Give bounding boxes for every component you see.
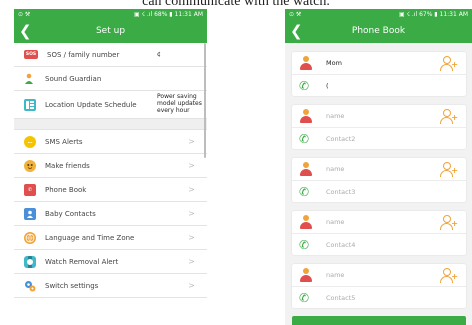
menu-item-label: Location Update Schedule xyxy=(45,100,137,109)
page-title: Phone Book xyxy=(351,26,406,36)
menu-item-value: ¢ xyxy=(157,51,161,58)
menu-item-location-update-schedule[interactable]: Location Update Schedule Power saving mo… xyxy=(14,91,207,119)
language-icon xyxy=(24,231,36,244)
menu-item-label: Phone Book xyxy=(45,185,87,194)
chevron-right-icon: > xyxy=(188,257,195,266)
phone-book-icon: ✆ xyxy=(24,183,36,196)
location-schedule-icon xyxy=(24,98,36,111)
menu-item-make-friends[interactable]: Make friends > xyxy=(14,154,207,178)
contact-number-field[interactable]: ( xyxy=(326,82,329,90)
phone-book-screen: ⊙ ⚒ ▣ ☇ .ıl 67% ▮ 11:31 AM ❮ Phone Book … xyxy=(285,9,472,325)
menu-item-value: Power saving model updates every hour xyxy=(157,93,202,114)
contact-name-field[interactable]: name xyxy=(326,218,344,226)
contact-name-row[interactable]: Mom + xyxy=(292,52,466,74)
contact-name-field[interactable]: name xyxy=(326,271,344,279)
menu-item-sms-alerts[interactable]: … SMS Alerts > xyxy=(14,130,207,154)
phone-icon: ✆ xyxy=(299,290,310,305)
menu-item-label: Baby Contacts xyxy=(45,209,96,218)
menu-item-label: Make friends xyxy=(45,161,90,170)
status-left-icons: ⊙ ⚒ xyxy=(289,11,302,18)
contact-name-field[interactable]: Mom xyxy=(326,59,342,67)
contact-name-row[interactable]: name + xyxy=(292,158,466,180)
add-contact-icon[interactable]: + xyxy=(440,214,458,230)
section-divider xyxy=(14,119,207,130)
contact-name-row[interactable]: name + xyxy=(292,264,466,286)
menu-item-label: Sound Guardian xyxy=(45,74,102,83)
status-left-icons: ⊙ ⚒ xyxy=(18,11,31,18)
status-bar: ⊙ ⚒ ▣ ☇ .ıl 68% ▮ 11:31 AM xyxy=(14,9,207,20)
contact-number-row[interactable]: ✆ ( xyxy=(292,74,466,96)
person-icon xyxy=(299,215,313,229)
add-contact-icon[interactable]: + xyxy=(440,161,458,177)
scrollbar[interactable] xyxy=(204,43,206,158)
chevron-right-icon: > xyxy=(188,161,195,170)
contact-number-row[interactable]: ✆ Contact2 xyxy=(292,127,466,149)
contact-number-field[interactable]: Contact4 xyxy=(326,241,355,249)
chevron-right-icon: > xyxy=(188,137,195,146)
title-bar: ❮ Phone Book xyxy=(285,20,472,43)
menu-item-sos-family-number[interactable]: SOS SOS / family number ¢ xyxy=(14,43,207,67)
friends-icon xyxy=(24,159,36,172)
menu-item-switch-settings[interactable]: Switch settings > xyxy=(14,274,207,298)
title-bar: ❮ Set up xyxy=(14,20,207,43)
status-right: ▣ ☇ .ıl 68% ▮ 11:31 AM xyxy=(134,11,203,18)
sound-guardian-icon xyxy=(24,73,36,85)
menu-item-label: Language and Time Zone xyxy=(45,233,135,242)
menu-item-watch-removal-alert[interactable]: Watch Removal Alert > xyxy=(14,250,207,274)
menu-item-label: SMS Alerts xyxy=(45,137,83,146)
sos-icon: SOS xyxy=(24,50,38,59)
contact-number-row[interactable]: ✆ Contact4 xyxy=(292,233,466,255)
baby-contacts-icon xyxy=(24,207,36,220)
chevron-right-icon: > xyxy=(188,209,195,218)
save-button[interactable] xyxy=(292,316,466,325)
chevron-right-icon: > xyxy=(188,185,195,194)
person-icon xyxy=(299,268,313,282)
contact-number-field[interactable]: Contact5 xyxy=(326,294,355,302)
contact-number-row[interactable]: ✆ Contact3 xyxy=(292,180,466,202)
contact-card: name + ✆ Contact4 xyxy=(292,211,466,255)
contact-card: Mom + ✆ ( xyxy=(292,52,466,96)
contact-name-field[interactable]: name xyxy=(326,112,344,120)
menu-item-label: Switch settings xyxy=(45,281,99,290)
menu-item-label: Watch Removal Alert xyxy=(45,257,119,266)
contact-card: name + ✆ Contact5 xyxy=(292,264,466,308)
menu-item-baby-contacts[interactable]: Baby Contacts > xyxy=(14,202,207,226)
menu-item-language-time-zone[interactable]: Language and Time Zone > xyxy=(14,226,207,250)
contact-number-row[interactable]: ✆ Contact5 xyxy=(292,286,466,308)
person-icon xyxy=(299,56,313,70)
contact-name-row[interactable]: name + xyxy=(292,211,466,233)
page-title: Set up xyxy=(95,26,126,36)
contact-name-row[interactable]: name + xyxy=(292,105,466,127)
chevron-right-icon: > xyxy=(188,281,195,290)
phone-icon: ✆ xyxy=(299,237,310,252)
add-contact-icon[interactable]: + xyxy=(440,55,458,71)
add-contact-icon[interactable]: + xyxy=(440,267,458,283)
watch-removal-icon xyxy=(24,255,36,268)
menu-item-label: SOS / family number xyxy=(47,50,120,59)
contact-name-field[interactable]: name xyxy=(326,165,344,173)
person-icon xyxy=(299,109,313,123)
phone-icon: ✆ xyxy=(299,184,310,199)
contact-number-field[interactable]: Contact2 xyxy=(326,135,355,143)
switch-settings-icon xyxy=(24,280,36,292)
contact-card: name + ✆ Contact2 xyxy=(292,105,466,149)
person-icon xyxy=(299,162,313,176)
chevron-right-icon: > xyxy=(188,233,195,242)
phone-icon: ✆ xyxy=(299,131,310,146)
phone-icon: ✆ xyxy=(299,78,310,93)
add-contact-icon[interactable]: + xyxy=(440,108,458,124)
menu-item-phone-book[interactable]: ✆ Phone Book > xyxy=(14,178,207,202)
sms-icon: … xyxy=(24,135,36,148)
menu-item-sound-guardian[interactable]: Sound Guardian xyxy=(14,67,207,91)
setup-screen: ⊙ ⚒ ▣ ☇ .ıl 68% ▮ 11:31 AM ❮ Set up SOS … xyxy=(14,9,207,325)
contact-card: name + ✆ Contact3 xyxy=(292,158,466,202)
status-bar: ⊙ ⚒ ▣ ☇ .ıl 67% ▮ 11:31 AM xyxy=(285,9,472,20)
contact-number-field[interactable]: Contact3 xyxy=(326,188,355,196)
status-right: ▣ ☇ .ıl 67% ▮ 11:31 AM xyxy=(399,11,468,18)
